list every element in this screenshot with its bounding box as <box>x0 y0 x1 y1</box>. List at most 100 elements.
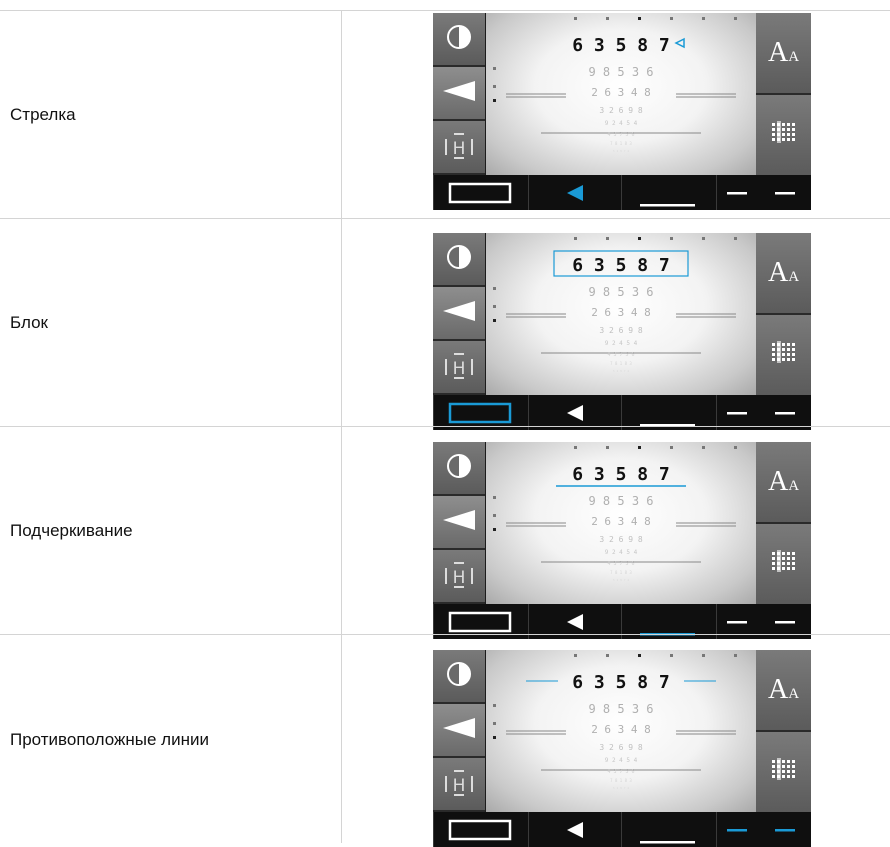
contrast-button[interactable] <box>433 442 485 496</box>
block-mode-button[interactable] <box>433 175 529 210</box>
chart-line: 9 8 5 3 6 <box>588 65 653 79</box>
left-toolbar: H <box>433 233 486 395</box>
opposite-lines-mode-button[interactable] <box>716 812 811 847</box>
chart-line: 9 8 5 3 6 <box>588 494 653 508</box>
eye-chart: 6 3 5 8 7 9 8 5 3 6 2 6 3 4 8 3 2 6 9 8 9 2 … <box>486 13 756 175</box>
device-screen: H 6 3 5 8 7 9 8 5 3 6 2 6 3 4 8 3 2 6 9 8 9 2… <box>433 233 811 430</box>
device-screen: H 6 3 5 8 7 9 8 5 3 6 2 6 3 4 8 3 2 6 9 8 9 2… <box>433 650 811 847</box>
font-size-button[interactable]: AA <box>756 650 811 732</box>
arrow-button[interactable] <box>433 496 485 550</box>
settings-table: Стрелка H 6 3 5 8 7 9 8 5 3 6 2 6 3 4 8 3 2 6… <box>0 0 890 847</box>
font-size-label: AA <box>767 466 800 497</box>
mode-bar <box>433 395 811 430</box>
svg-text:H: H <box>453 359 466 379</box>
eye-chart: 6 3 5 8 7 9 8 5 3 6 2 6 3 4 8 3 2 6 9 8 9 2 … <box>486 650 756 812</box>
grid-icon <box>770 549 798 579</box>
h-marker-button[interactable]: H <box>433 121 485 175</box>
h-marker-icon: H <box>443 767 475 802</box>
chart-line: 3 2 6 9 8 <box>599 326 643 335</box>
underline-mode-button[interactable] <box>621 812 717 847</box>
right-toolbar: AA <box>756 233 811 397</box>
row-label: Стрелка <box>10 105 76 124</box>
font-size-button[interactable]: AA <box>756 233 811 315</box>
chart-line: 3 2 6 9 8 <box>599 743 643 752</box>
right-toolbar: AA <box>756 13 811 177</box>
right-toolbar: AA <box>756 650 811 814</box>
arrow-left-icon <box>441 508 477 537</box>
arrow-button[interactable] <box>433 67 485 121</box>
arrow-mode-button[interactable] <box>528 175 622 210</box>
chart-line: 5 2 9 7 4 <box>613 786 629 790</box>
h-marker-icon: H <box>443 559 475 594</box>
chart-line: 7 8 1 8 3 <box>610 141 632 146</box>
chart-line: 9 2 4 5 4 <box>605 549 638 556</box>
contrast-icon <box>446 24 472 55</box>
contrast-button[interactable] <box>433 650 485 704</box>
font-size-button[interactable]: AA <box>756 13 811 95</box>
font-size-label: AA <box>767 37 800 68</box>
table-row: Противоположные линии H 6 3 5 8 7 9 8 5 3 6… <box>0 634 890 847</box>
chart-line: 3 2 6 9 8 <box>599 535 643 544</box>
chart-line: 7 8 1 8 3 <box>610 361 632 366</box>
opposite-lines-mode-button[interactable] <box>716 175 811 210</box>
block-mode-button[interactable] <box>433 395 529 430</box>
arrow-left-icon <box>441 299 477 328</box>
device-screen: H 6 3 5 8 7 9 8 5 3 6 2 6 3 4 8 3 2 6 9 8 9 2… <box>433 442 811 639</box>
h-marker-button[interactable]: H <box>433 550 485 604</box>
mode-bar <box>433 175 811 210</box>
eye-chart: 6 3 5 8 7 9 8 5 3 6 2 6 3 4 8 3 2 6 9 8 9 2 … <box>486 442 756 604</box>
block-mode-button[interactable] <box>433 812 529 847</box>
contrast-icon <box>446 453 472 484</box>
contrast-button[interactable] <box>433 233 485 287</box>
chart-line: 5 2 9 7 4 <box>613 369 629 373</box>
chart-line: 3 2 6 9 8 <box>599 106 643 115</box>
left-toolbar: H <box>433 442 486 604</box>
h-marker-icon: H <box>443 130 475 165</box>
arrow-left-icon <box>441 79 477 108</box>
row-label: Блок <box>10 313 48 332</box>
contrast-icon <box>446 661 472 692</box>
row-label: Подчеркивание <box>10 521 133 540</box>
table-row: Блок H 6 3 5 8 7 9 8 5 3 6 2 6 3 4 8 3 2 6 9 … <box>0 218 890 430</box>
arrow-marker <box>674 37 685 49</box>
chart-line: 7 8 1 8 3 <box>610 778 632 783</box>
chart-line: 9 2 4 5 4 <box>605 120 638 127</box>
h-marker-button[interactable]: H <box>433 758 485 812</box>
table-row: Стрелка H 6 3 5 8 7 9 8 5 3 6 2 6 3 4 8 3 2 6… <box>0 10 890 219</box>
chart-line: 5 2 9 7 4 <box>613 578 629 582</box>
arrow-button[interactable] <box>433 704 485 758</box>
arrow-left-icon <box>441 716 477 745</box>
chart-line: 9 2 4 5 4 <box>605 340 638 347</box>
svg-text:H: H <box>453 139 466 159</box>
arrow-mode-button[interactable] <box>528 812 622 847</box>
arrow-button[interactable] <box>433 287 485 341</box>
left-toolbar: H <box>433 13 486 175</box>
contrast-icon <box>446 244 472 275</box>
chart-line: 2 6 3 4 8 <box>591 515 651 528</box>
chart-line: 4 3 7 5 6 <box>607 132 634 138</box>
opposite-lines-mode-button[interactable] <box>716 395 811 430</box>
eye-chart: 6 3 5 8 7 9 8 5 3 6 2 6 3 4 8 3 2 6 9 8 9 2 … <box>486 233 756 395</box>
device-screen: H 6 3 5 8 7 9 8 5 3 6 2 6 3 4 8 3 2 6 9 8 9 2… <box>433 13 811 210</box>
underline-mode-button[interactable] <box>621 175 717 210</box>
chart-line: 2 6 3 4 8 <box>591 723 651 736</box>
chart-line: 9 2 4 5 4 <box>605 757 638 764</box>
arrow-mode-button[interactable] <box>528 395 622 430</box>
grid-button[interactable] <box>756 524 811 606</box>
h-marker-button[interactable]: H <box>433 341 485 395</box>
svg-text:H: H <box>453 776 466 796</box>
grid-button[interactable] <box>756 732 811 814</box>
chart-line: 9 8 5 3 6 <box>588 702 653 716</box>
chart-line: 2 6 3 4 8 <box>591 306 651 319</box>
contrast-button[interactable] <box>433 13 485 67</box>
underline-mode-button[interactable] <box>621 395 717 430</box>
font-size-button[interactable]: AA <box>756 442 811 524</box>
chart-line: 4 3 7 5 6 <box>607 561 634 567</box>
grid-icon <box>770 340 798 370</box>
font-size-label: AA <box>767 674 800 705</box>
row-label: Противоположные линии <box>10 729 209 749</box>
grid-button[interactable] <box>756 95 811 177</box>
grid-button[interactable] <box>756 315 811 397</box>
chart-line: 5 2 9 7 4 <box>613 149 629 153</box>
chart-line: 6 3 5 8 7 <box>572 464 670 485</box>
